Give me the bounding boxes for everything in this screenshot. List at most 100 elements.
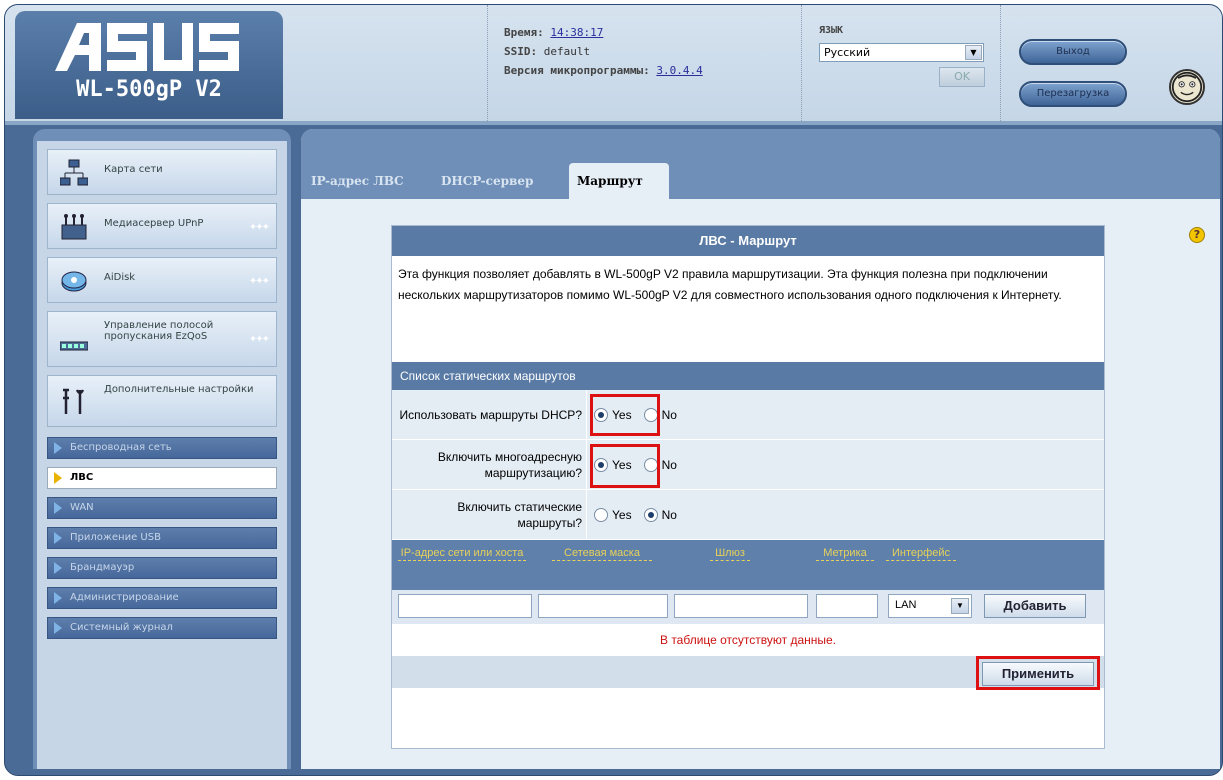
column-header-metric[interactable]: Метрика [816, 546, 874, 561]
sidebar-menu: Карта сети Медиасервер UPnP ✦✦✦ AiDisk ✦… [37, 141, 287, 769]
sidebar-item-label: Брандмауэр [70, 562, 135, 573]
sidebar-item-label: Системный журнал [70, 622, 173, 633]
chevron-down-icon: ▼ [965, 45, 982, 60]
main-panel: IP-адрес ЛВС DHCP-сервер Маршрут ? ЛВС -… [301, 129, 1220, 769]
apply-row: Применить [392, 656, 1104, 690]
radio-no-label: No [661, 407, 677, 422]
sidebar-item-label: Беспроводная сеть [70, 442, 172, 453]
brand-logo-box: WL-500gP V2 [15, 11, 283, 119]
language-value: Русский [824, 46, 871, 59]
sidebar-item-label: Дополнительные настройки [104, 384, 254, 395]
sidebar-item-label: AiDisk [104, 272, 136, 283]
sidebar-item-label: WAN [70, 502, 94, 513]
aidisk-icon [61, 271, 87, 292]
firmware-label: Версия микропрограммы: [504, 64, 650, 77]
radio-no-label: No [661, 507, 677, 522]
sidebar-item-wan[interactable]: WAN [47, 497, 277, 519]
sidebar-item-advanced[interactable]: Дополнительные настройки [47, 375, 277, 427]
radio-yes[interactable] [594, 407, 608, 422]
status-info: Время: 14:38:17 SSID: default Версия мик… [487, 5, 802, 123]
arrow-right-icon [54, 442, 62, 454]
option-label: Включить статические маршруты? [392, 490, 587, 539]
column-header-interface[interactable]: Интерфейс [886, 546, 956, 561]
radio-group-static-routes: Yes No [594, 490, 689, 539]
sidebar-item-label: Приложение USB [70, 532, 161, 543]
model-name: WL-500gP V2 [76, 77, 222, 102]
network-map-icon [60, 159, 88, 186]
radio-yes-label: Yes [612, 457, 632, 472]
tab-lan-ip[interactable]: IP-адрес ЛВС [303, 163, 412, 199]
header: WL-500gP V2 Время: 14:38:17 SSID: defaul… [5, 5, 1222, 125]
ssid-label: SSID: [504, 45, 538, 58]
reboot-button[interactable]: Перезагрузка [1019, 81, 1127, 107]
radio-no[interactable] [643, 407, 658, 422]
asus-logo-icon [55, 23, 239, 71]
route-settings-panel: ЛВС - Маршрут Эта функция позволяет доба… [391, 225, 1105, 749]
language-ok-button[interactable]: OK [939, 67, 985, 87]
add-route-button[interactable]: Добавить [984, 594, 1086, 618]
media-server-icon [61, 214, 87, 240]
sidebar-item-usb[interactable]: Приложение USB [47, 527, 277, 549]
radio-yes[interactable] [594, 507, 608, 522]
time-label: Время: [504, 26, 544, 39]
radio-group-multicast: Yes No [594, 440, 689, 489]
interface-select[interactable]: LAN ▼ [888, 594, 972, 618]
sparkle-icon: ✦✦✦ [248, 276, 270, 287]
tab-bar: IP-адрес ЛВС DHCP-сервер Маршрут [301, 129, 1220, 199]
firmware-link[interactable]: 3.0.4.4 [656, 64, 702, 77]
logout-button[interactable]: Выход [1019, 39, 1127, 65]
option-label: Использовать маршруты DHCP? [392, 390, 587, 439]
netmask-input[interactable] [538, 594, 668, 618]
metric-input[interactable] [816, 594, 878, 618]
sidebar-item-label: Медиасервер UPnP [104, 218, 204, 229]
sidebar: Карта сети Медиасервер UPnP ✦✦✦ AiDisk ✦… [33, 129, 291, 769]
sidebar-item-label: Карта сети [104, 164, 163, 175]
time-link[interactable]: 14:38:17 [550, 26, 603, 39]
gateway-input[interactable] [674, 594, 808, 618]
radio-no-label: No [661, 457, 677, 472]
option-label: Включить многоадресную маршрутизацию? [392, 440, 587, 489]
route-input-row: LAN ▼ Добавить [392, 590, 1104, 624]
radio-no[interactable] [643, 457, 658, 472]
sparkle-icon: ✦✦✦ [248, 334, 270, 345]
sidebar-item-network-map[interactable]: Карта сети [47, 149, 277, 195]
radio-group-dhcp-routes: Yes No [594, 390, 689, 439]
sidebar-item-ezqos[interactable]: Управление полосой пропускания EzQoS ✦✦✦ [47, 311, 277, 367]
arrow-right-icon [54, 532, 62, 544]
radio-yes[interactable] [594, 457, 608, 472]
arrow-right-icon [54, 562, 62, 574]
option-row-static-routes: Включить статические маршруты? Yes No [392, 490, 1104, 540]
static-routes-heading: Список статических маршрутов [392, 362, 1104, 390]
sidebar-item-admin[interactable]: Администрирование [47, 587, 277, 609]
option-row-multicast: Включить многоадресную маршрутизацию? Ye… [392, 440, 1104, 490]
sidebar-item-label: ЛВС [70, 472, 94, 483]
ip-address-input[interactable] [398, 594, 532, 618]
sidebar-item-wireless[interactable]: Беспроводная сеть [47, 437, 277, 459]
arrow-right-icon [54, 592, 62, 604]
sidebar-item-upnp[interactable]: Медиасервер UPnP ✦✦✦ [47, 203, 277, 249]
panel-description: Эта функция позволяет добавлять в WL-500… [398, 267, 1062, 302]
language-label: ЯЗЫК [819, 25, 844, 36]
tab-dhcp[interactable]: DHCP-сервер [433, 163, 542, 199]
language-select[interactable]: Русский ▼ [819, 43, 984, 62]
apply-button[interactable]: Применить [982, 662, 1094, 686]
sidebar-item-lan[interactable]: ЛВС [47, 467, 277, 489]
arrow-right-icon [54, 502, 62, 514]
radio-yes-label: Yes [612, 507, 632, 522]
column-header-ip[interactable]: IP-адрес сети или хоста [398, 546, 526, 561]
column-header-netmask[interactable]: Сетевая маска [552, 546, 652, 561]
language-block: ЯЗЫК Русский ▼ OK [803, 5, 1001, 123]
route-table-header: IP-адрес сети или хоста Сетевая маска Шл… [392, 540, 1104, 590]
sidebar-item-firewall[interactable]: Брандмауэр [47, 557, 277, 579]
sidebar-item-aidisk[interactable]: AiDisk ✦✦✦ [47, 257, 277, 303]
sidebar-item-syslog[interactable]: Системный журнал [47, 617, 277, 639]
column-header-gateway[interactable]: Шлюз [710, 546, 750, 561]
arrow-right-icon [54, 472, 62, 484]
chevron-down-icon: ▼ [951, 598, 969, 614]
radio-no[interactable] [643, 507, 658, 522]
tab-route[interactable]: Маршрут [569, 163, 669, 199]
empty-table-message: В таблице отсутствуют данные. [392, 624, 1104, 656]
option-row-dhcp-routes: Использовать маршруты DHCP? Yes No [392, 390, 1104, 440]
help-icon[interactable]: ? [1189, 227, 1205, 243]
interface-value: LAN [895, 599, 917, 611]
